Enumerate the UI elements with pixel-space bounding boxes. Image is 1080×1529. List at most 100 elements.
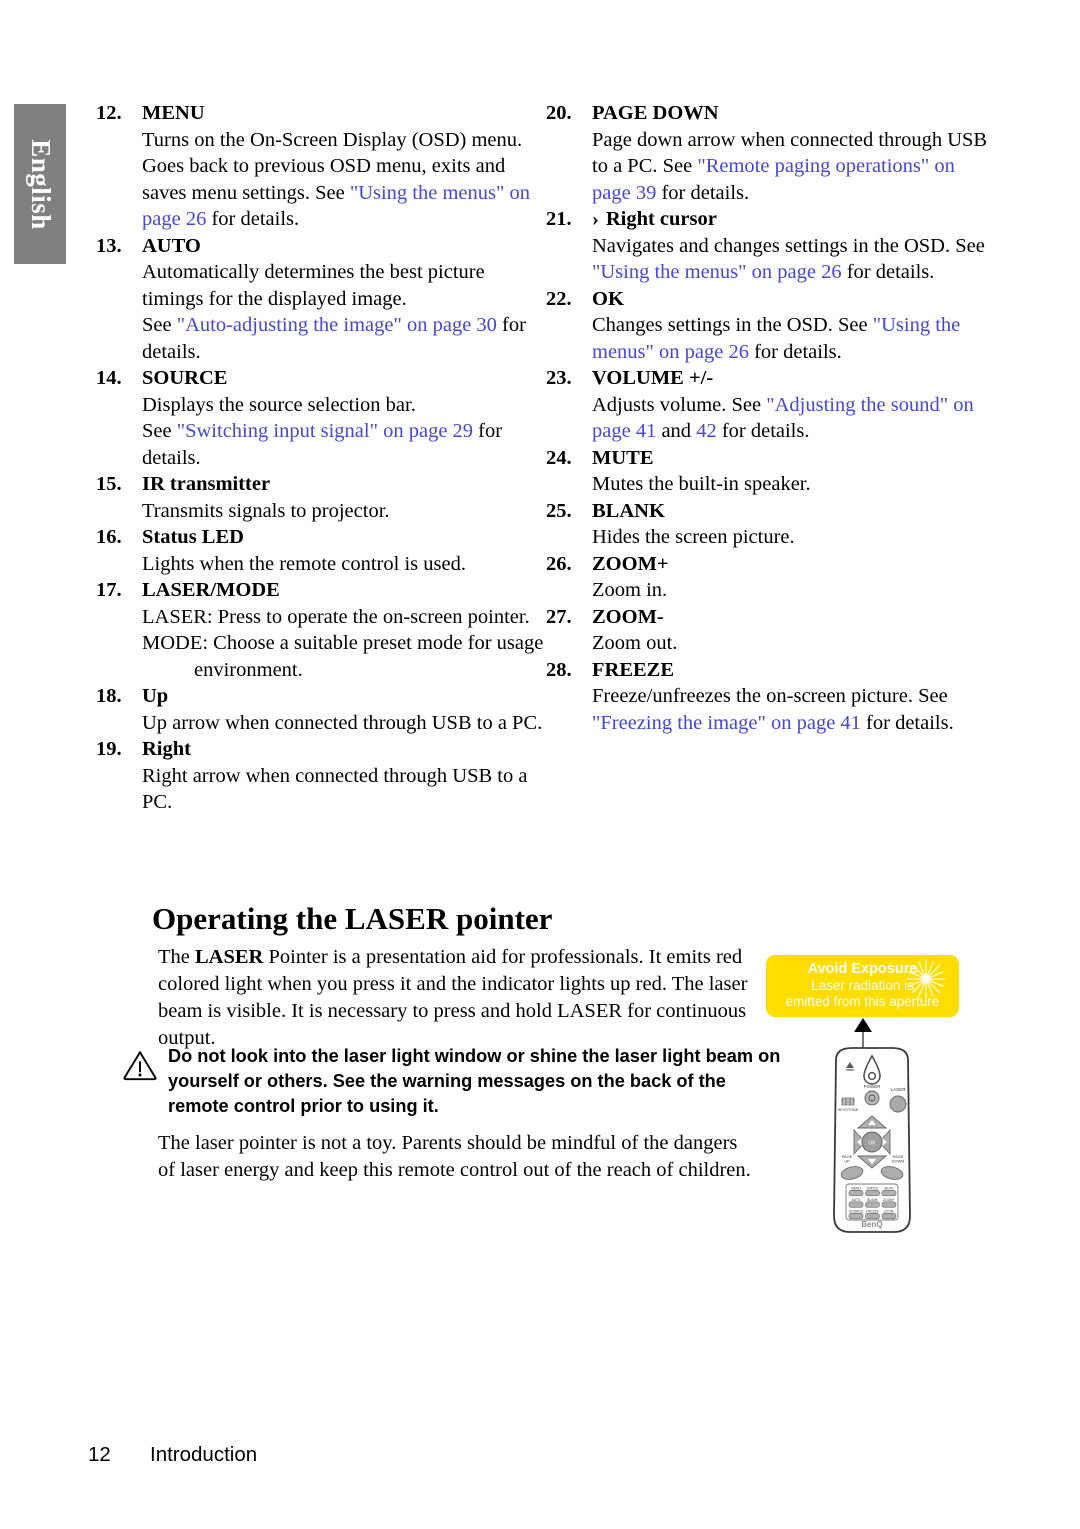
remote-key-body: OK Changes settings in the OSD. See "Usin… — [592, 286, 996, 366]
remote-ok-label: OK — [868, 1141, 876, 1147]
avoid-exposure-label: Avoid Exposure Laser radiation is emitte… — [766, 955, 959, 1017]
remote-key-number: 28. — [546, 658, 572, 681]
remote-key-number: 19. — [96, 738, 122, 760]
cross-reference-link[interactable]: 42 — [696, 420, 717, 442]
remote-key-title-text: LASER/MODE — [142, 579, 280, 601]
remote-key-description: Mutes the built-in speaker. — [592, 473, 811, 495]
remote-keypad-button — [865, 1201, 880, 1208]
laser-warning-text: Do not look into the laser light window … — [168, 1046, 781, 1116]
remote-key-title: LASER/MODE — [142, 577, 546, 604]
cross-reference-link[interactable]: "Freezing the image" on page 41 — [592, 712, 861, 734]
remote-key-body: SOURCE Displays the source selection bar.… — [142, 365, 546, 471]
remote-key-body: PAGE DOWN Page down arrow when connected … — [592, 100, 996, 206]
remote-key-body: MENU Turns on the On-Screen Display (OSD)… — [142, 100, 546, 233]
remote-key-item: 24. MUTE Mutes the built-in speaker. — [546, 445, 996, 498]
intro-text-bold: LASER — [195, 946, 264, 968]
cross-reference-link[interactable]: "Using the menus" on page 26 — [592, 261, 842, 283]
remote-laser-button — [889, 1095, 907, 1113]
remote-key-item: 25. BLANK Hides the screen picture. — [546, 498, 996, 551]
remote-control-diagram: POWER LASER KEYSTONE OK PAGE UP PAGE DOW… — [833, 1018, 911, 1233]
remote-key-title: SOURCE — [142, 365, 546, 392]
remote-key-label: FREEZE — [866, 1210, 879, 1214]
remote-control-illustration: POWER LASER KEYSTONE OK PAGE UP PAGE DOW… — [806, 1018, 936, 1260]
remote-key-title-text: Up — [142, 685, 169, 707]
remote-key-title-text: SOURCE — [142, 367, 228, 389]
remote-key-label: SOURCE — [849, 1210, 863, 1214]
remote-key-title-text: VOLUME +/- — [592, 367, 714, 389]
remote-key-label: MUTE — [884, 1187, 893, 1191]
cross-reference-link[interactable]: "Remote paging operations" on page 39 — [592, 155, 955, 204]
remote-key-description: Page down arrow when connected through U… — [592, 128, 988, 204]
remote-key-item: 18. Up Up arrow when connected through USB… — [96, 683, 546, 736]
remote-key-body: AUTO Automatically determines the best pi… — [142, 233, 546, 366]
remote-key-number: 27. — [546, 605, 572, 628]
remote-key-title: OK — [592, 286, 996, 313]
remote-key-title-text: IR transmitter — [142, 473, 271, 495]
remote-keypad-button — [865, 1190, 880, 1197]
cross-reference-link[interactable]: "Auto-adjusting the image" on page 30 — [177, 314, 497, 336]
remote-key-column-left: 12. MENU Turns on the On-Screen Display (O… — [96, 100, 546, 816]
remote-key-label: STATUS — [866, 1187, 878, 1191]
remote-key-description: Zoom out. — [592, 632, 678, 654]
remote-key-body: Up Up arrow when connected through USB to… — [142, 683, 546, 736]
laser-intro-paragraph: The LASER Pointer is a presentation aid … — [158, 944, 750, 1052]
remote-keypad-button — [881, 1213, 897, 1220]
remote-keypad-button — [865, 1213, 880, 1220]
cross-reference-link[interactable]: "Switching input signal" on page 29 — [177, 420, 473, 442]
remote-key-body: FREEZE Freeze/unfreezes the on-screen pic… — [592, 657, 996, 737]
remote-key-list: 12. MENU Turns on the On-Screen Display (O… — [96, 100, 996, 816]
remote-key-item: 26. ZOOM+ Zoom in. — [546, 551, 996, 604]
remote-key-number: 22. — [546, 287, 572, 310]
remote-key-title: Status LED — [142, 524, 546, 551]
section-heading: Operating the LASER pointer — [152, 901, 553, 936]
remote-keystone-icon — [841, 1097, 855, 1106]
remote-power-button — [864, 1090, 880, 1106]
remote-key-title-text: Right cursor — [605, 208, 717, 230]
remote-key-number: 24. — [546, 446, 572, 469]
cross-reference-link[interactable]: "Using the menus" on page 26 — [142, 182, 530, 231]
avoid-exposure-title: Avoid Exposure — [807, 961, 918, 977]
remote-key-reference: See "Auto-adjusting the image" on page 3… — [142, 314, 526, 363]
remote-key-body: Status LED Lights when the remote control… — [142, 524, 546, 577]
remote-key-number: 23. — [546, 367, 572, 389]
remote-keypad-button — [848, 1190, 864, 1197]
remote-key-body: Right Right arrow when connected through … — [142, 736, 546, 816]
remote-key-item: 19. Right Right arrow when connected throu… — [96, 736, 546, 816]
remote-key-item: 12. MENU Turns on the On-Screen Display (O… — [96, 100, 546, 233]
page-footer: 12 Introduction — [88, 1443, 257, 1467]
remote-key-sub-line: LASER: Press to operate the on-screen po… — [142, 605, 530, 628]
remote-key-title: VOLUME +/- — [592, 365, 996, 392]
remote-key-label: MENU — [851, 1187, 861, 1191]
remote-key-title-text: ZOOM+ — [592, 552, 669, 575]
remote-key-title: MUTE — [592, 445, 996, 472]
remote-key-title-text: ZOOM- — [592, 605, 664, 628]
remote-key-description: Freeze/unfreezes the on-screen picture. … — [592, 685, 954, 734]
remote-key-number: 26. — [546, 552, 572, 575]
remote-brand-logo: BenQ — [861, 1220, 882, 1229]
laser-warning-block: Do not look into the laser light window … — [122, 1044, 782, 1119]
remote-key-description: Transmits signals to projector. — [142, 499, 390, 522]
remote-key-item: 13. AUTO Automatically determines the best… — [96, 233, 546, 366]
remote-key-title-text: BLANK — [592, 499, 665, 522]
laser-closing-paragraph: The laser pointer is not a toy. Parents … — [158, 1132, 751, 1181]
remote-key-title: AUTO — [142, 233, 546, 260]
right-cursor-icon: › — [592, 208, 599, 230]
intro-text-pre: The — [158, 946, 195, 968]
remote-key-body: › Right cursor Navigates and changes setti… — [592, 206, 996, 286]
remote-key-label: BLANK — [867, 1198, 878, 1202]
remote-keypad-button — [848, 1201, 864, 1208]
remote-key-reference: See "Switching input signal" on page 29 … — [142, 420, 503, 469]
cross-reference-link[interactable]: "Using the menus" on page 26 — [592, 314, 960, 363]
remote-key-item: 28. FREEZE Freeze/unfreezes the on-screen … — [546, 657, 996, 737]
remote-key-description: Lights when the remote control is used. — [142, 552, 466, 575]
remote-key-title: ZOOM+ — [592, 551, 996, 578]
remote-key-description: Displays the source selection bar. — [142, 393, 416, 416]
remote-key-title-text: MUTE — [592, 446, 654, 469]
remote-key-description: Hides the screen picture. — [592, 526, 795, 548]
remote-key-description: Right arrow when connected through USB t… — [142, 764, 528, 814]
remote-key-title: IR transmitter — [142, 471, 546, 498]
remote-key-number: 17. — [96, 579, 122, 601]
cross-reference-link[interactable]: "Adjusting the sound" on page 41 — [592, 394, 974, 443]
remote-key-description: Zoom in. — [592, 579, 668, 601]
svg-text:UP: UP — [844, 1159, 850, 1164]
